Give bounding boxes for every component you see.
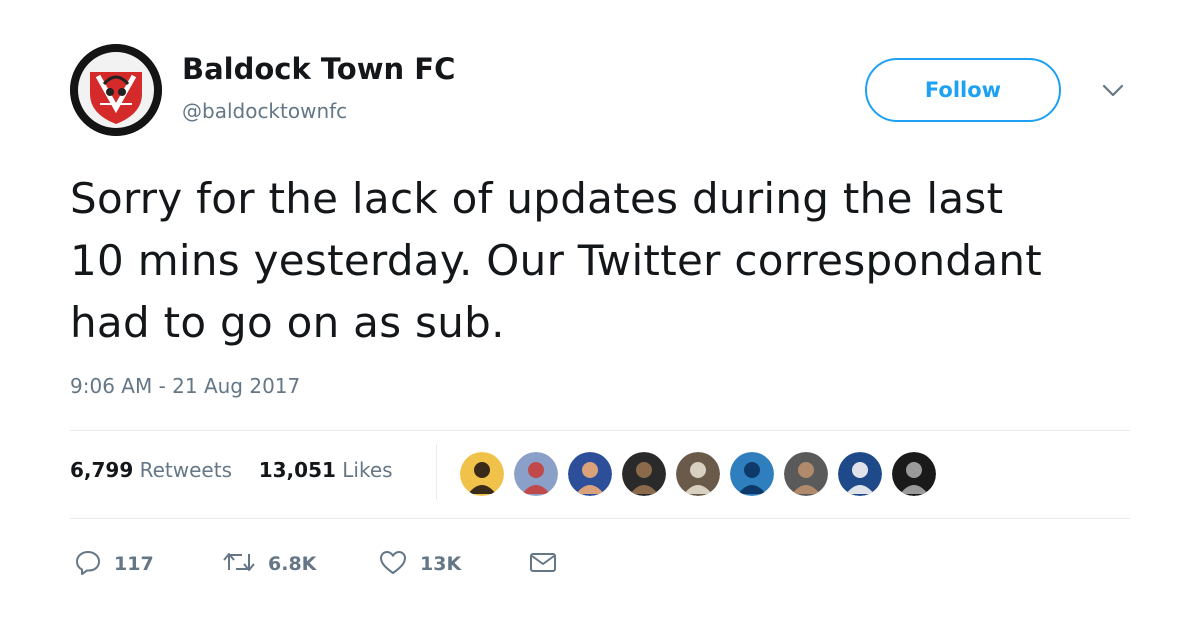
retweet-count: 6.8K — [268, 553, 317, 575]
reply-icon — [74, 548, 102, 580]
liker-avatar[interactable] — [838, 452, 882, 496]
retweet-button[interactable]: 6.8K — [222, 546, 316, 582]
heart-icon — [378, 548, 408, 580]
chevron-down-icon[interactable] — [1100, 82, 1126, 100]
retweets-label: Retweets — [139, 458, 232, 482]
display-name[interactable]: Baldock Town FC — [182, 52, 455, 86]
direct-message-button[interactable] — [528, 546, 558, 582]
liker-avatar[interactable] — [568, 452, 612, 496]
liker-avatar[interactable] — [622, 452, 666, 496]
club-crest-icon — [70, 44, 162, 136]
liker-avatar[interactable] — [460, 452, 504, 496]
retweets-stat[interactable]: 6,799 Retweets — [70, 458, 232, 482]
like-button[interactable]: 13K — [378, 546, 461, 582]
retweets-count: 6,799 — [70, 458, 134, 482]
user-handle[interactable]: @baldocktownfc — [182, 99, 347, 123]
likes-count: 13,051 — [258, 458, 336, 482]
likes-stat[interactable]: 13,051 Likes — [259, 458, 393, 482]
envelope-icon — [528, 548, 558, 580]
tweet-stats: 6,799 Retweets 13,051 Likes — [70, 458, 393, 482]
like-count: 13K — [420, 553, 462, 575]
liker-avatar[interactable] — [676, 452, 720, 496]
divider — [70, 518, 1130, 519]
liker-avatar[interactable] — [784, 452, 828, 496]
tweet-timestamp[interactable]: 9:06 AM - 21 Aug 2017 — [70, 374, 300, 398]
follow-button[interactable]: Follow — [865, 58, 1061, 122]
avatar[interactable] — [70, 44, 162, 136]
retweet-icon — [222, 548, 256, 580]
liker-avatar[interactable] — [514, 452, 558, 496]
reply-count: 117 — [114, 553, 154, 575]
reply-button[interactable]: 117 — [74, 546, 154, 582]
liker-avatar[interactable] — [892, 452, 936, 496]
likes-label: Likes — [342, 458, 393, 482]
divider — [70, 430, 1130, 431]
stats-separator — [436, 444, 437, 500]
liker-avatar[interactable] — [730, 452, 774, 496]
tweet-text: Sorry for the lack of updates during the… — [70, 174, 1043, 347]
